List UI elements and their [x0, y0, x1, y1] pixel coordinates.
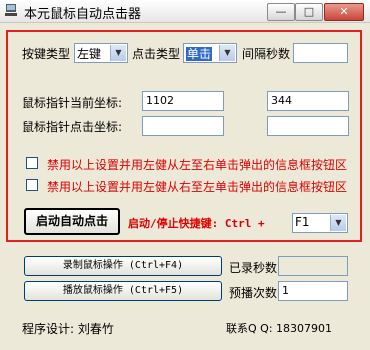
title-bar: 本元鼠标自动点击器 — □ ✕ [0, 0, 370, 23]
button-type-value: 左键 [77, 47, 102, 61]
play-count-input[interactable]: 1 [278, 281, 348, 301]
click-y-input[interactable] [267, 116, 349, 136]
click-coord-label: 鼠标指针点击坐标: [22, 120, 123, 134]
play-mouse-button[interactable]: 播放鼠标操作 (Ctrl+F5) [24, 281, 222, 301]
close-button[interactable]: ✕ [324, 3, 364, 21]
option-1-checkbox[interactable] [26, 157, 38, 169]
recorded-seconds-field [278, 256, 348, 276]
chevron-down-icon: ▼ [110, 45, 126, 61]
app-icon [5, 4, 17, 16]
click-type-select[interactable]: 单击 ▼ [183, 43, 237, 63]
designer-credit: 程序设计: 刘春竹 [22, 322, 114, 336]
minimize-button[interactable]: — [267, 3, 295, 21]
option-1-label: 禁用以上设置并用左健从左至右单击弹出的信息框按钮区 [47, 158, 348, 172]
play-count-label: 预播次数 [229, 286, 278, 300]
option-2-label: 禁用以上设置并用左健从右至左单击弹出的信息框按钮区 [47, 180, 348, 194]
hotkey-select[interactable]: F1 ▼ [292, 213, 348, 233]
chevron-down-icon: ▼ [219, 45, 235, 61]
interval-input[interactable] [293, 43, 348, 63]
interval-label: 间隔秒数 [242, 47, 291, 61]
contact-info: 联系Q Q: 18307901 [226, 322, 333, 335]
option-2-checkbox[interactable] [26, 179, 38, 191]
hotkey-value: F1 [295, 215, 310, 229]
recorded-seconds-label: 已录秒数 [229, 261, 278, 275]
click-type-value: 单击 [186, 47, 213, 61]
button-type-select[interactable]: 左键 ▼ [74, 43, 128, 63]
window-title: 本元鼠标自动点击器 [24, 7, 142, 22]
button-type-label: 按键类型 [22, 47, 71, 61]
start-auto-click-button[interactable]: 启动自动点击 [24, 208, 120, 235]
current-coord-label: 鼠标指针当前坐标: [22, 96, 123, 110]
click-x-input[interactable] [142, 116, 224, 136]
record-mouse-button[interactable]: 录制鼠标操作 (Ctrl+F4) [24, 256, 222, 276]
chevron-down-icon: ▼ [330, 215, 346, 231]
click-type-label: 点击类型 [132, 47, 181, 61]
current-y-field: 344 [267, 91, 349, 111]
maximize-button[interactable]: □ [295, 3, 323, 21]
hotkey-label: 启动/停止快捷键: Ctrl + [128, 217, 265, 230]
current-x-field: 1102 [142, 91, 224, 111]
